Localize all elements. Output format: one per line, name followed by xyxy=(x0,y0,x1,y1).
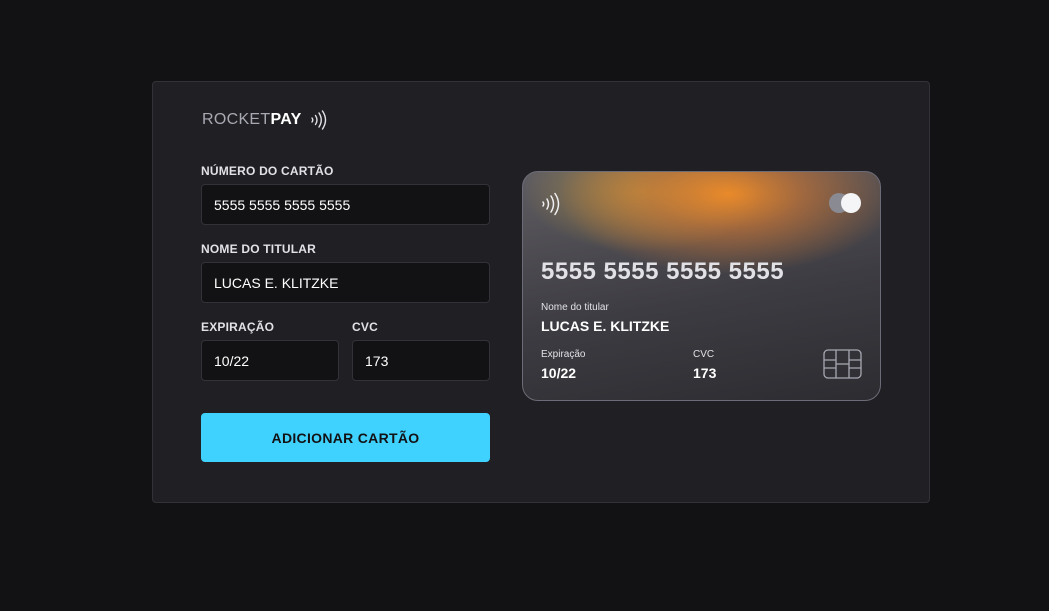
card-expiration-label: Expiração xyxy=(541,349,586,360)
contactless-icon xyxy=(542,192,560,216)
rocketpay-logo: ROCKET PAY xyxy=(202,110,327,130)
card-holder-value: LUCAS E. KLITZKE xyxy=(541,318,670,334)
card-number-display: 5555 5555 5555 5555 xyxy=(541,258,785,285)
chip-icon xyxy=(823,349,862,379)
holder-name-input[interactable] xyxy=(201,262,490,303)
card-cvc-value: 173 xyxy=(693,365,717,381)
contactless-icon xyxy=(310,110,326,130)
credit-card-preview: 5555 5555 5555 5555 Nome do titular LUCA… xyxy=(522,171,881,401)
card-number-label: NÚMERO DO CARTÃO xyxy=(201,164,334,178)
card-number-input[interactable] xyxy=(201,184,490,225)
logo-text-rocket: ROCKET xyxy=(202,111,271,128)
add-card-button[interactable]: ADICIONAR CARTÃO xyxy=(201,413,490,462)
holder-name-label: NOME DO TITULAR xyxy=(201,242,316,256)
logo-text-pay: PAY xyxy=(270,111,302,128)
card-holder-label: Nome do titular xyxy=(541,302,609,313)
cvc-label: CVC xyxy=(352,320,378,334)
cvc-input[interactable] xyxy=(352,340,490,381)
card-expiration-value: 10/22 xyxy=(541,365,577,381)
expiration-input[interactable] xyxy=(201,340,339,381)
expiration-label: EXPIRAÇÃO xyxy=(201,320,275,334)
mastercard-icon xyxy=(829,192,863,214)
payment-panel: ROCKETPAY NÚMERO DO CARTÃO NOME DO TITUL… xyxy=(152,81,930,503)
brand-circle-right xyxy=(841,193,861,213)
card-cvc-label: CVC xyxy=(693,349,715,360)
